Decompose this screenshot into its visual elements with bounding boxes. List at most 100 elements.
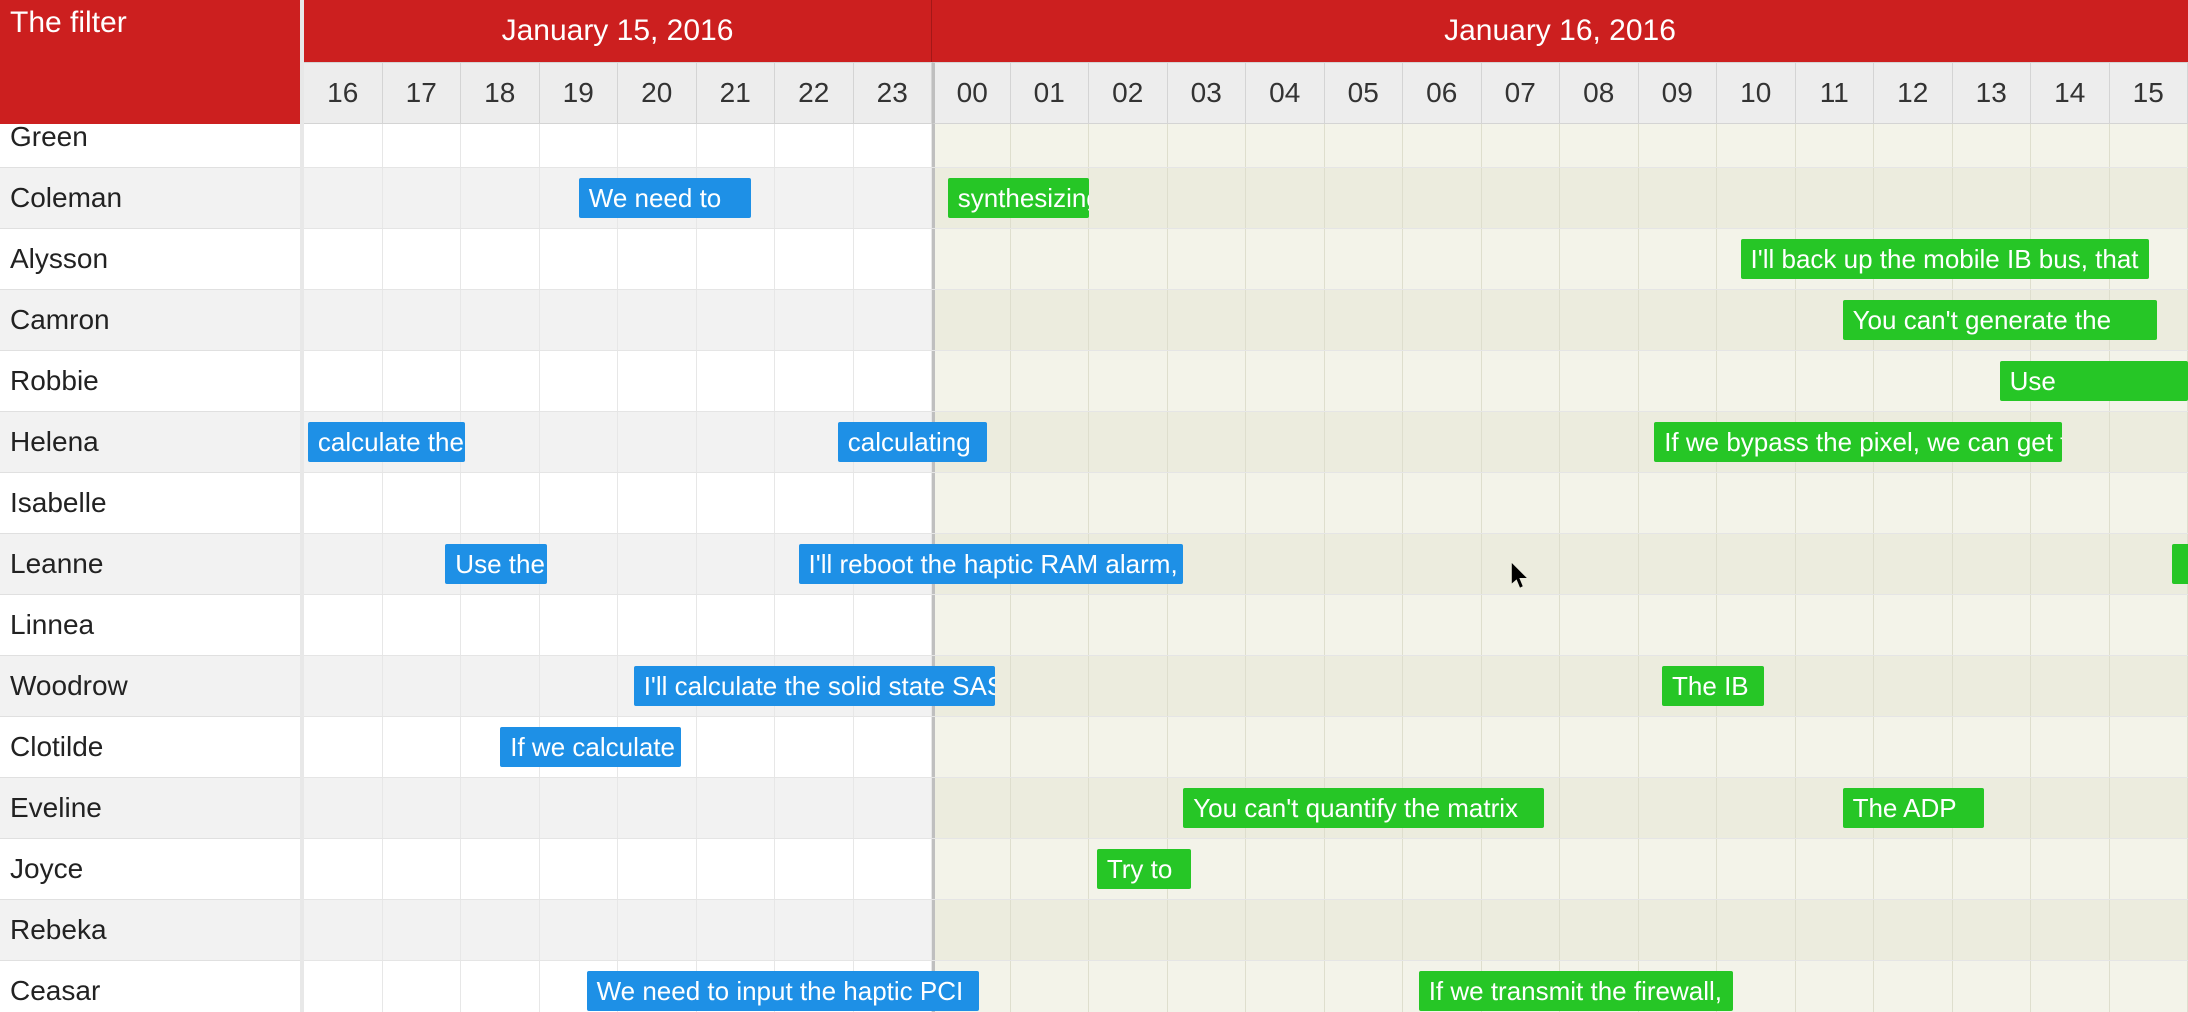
timeline-cell[interactable] <box>1403 900 1482 960</box>
timeline-cell[interactable] <box>1011 778 1090 838</box>
timeline-cell[interactable] <box>2110 900 2188 960</box>
timeline-cell[interactable] <box>1089 595 1168 655</box>
timeline-cell[interactable] <box>383 168 462 228</box>
timeline-cell[interactable] <box>1874 717 1953 777</box>
timeline-cell[interactable] <box>932 290 1011 350</box>
timeline-cell[interactable] <box>461 124 540 167</box>
timeline-cell[interactable] <box>1796 900 1875 960</box>
timeline-cell[interactable] <box>1403 656 1482 716</box>
timeline-cell[interactable] <box>1560 717 1639 777</box>
timeline-cell[interactable] <box>1168 168 1247 228</box>
timeline-cell[interactable] <box>1011 473 1090 533</box>
timeline-cell[interactable] <box>1168 961 1247 1012</box>
timeline-cell[interactable] <box>854 290 933 350</box>
timeline-cell[interactable] <box>2031 473 2110 533</box>
timeline-cell[interactable] <box>461 900 540 960</box>
timeline-cell[interactable] <box>1796 595 1875 655</box>
timeline-cell[interactable] <box>1325 534 1404 594</box>
timeline-cell[interactable] <box>1482 412 1561 472</box>
timeline-cell[interactable] <box>1874 473 1953 533</box>
timeline-cell[interactable] <box>1953 534 2032 594</box>
timeline-cell[interactable] <box>1717 124 1796 167</box>
timeline-cell[interactable] <box>1874 900 1953 960</box>
timeline-cell[interactable] <box>775 473 854 533</box>
timeline-cell[interactable] <box>540 412 619 472</box>
timeline-cell[interactable] <box>1246 351 1325 411</box>
resource-row[interactable]: Joyce <box>0 839 300 900</box>
timeline-cell[interactable] <box>540 351 619 411</box>
timeline-cell[interactable] <box>1168 290 1247 350</box>
timeline-cell[interactable] <box>1168 900 1247 960</box>
timeline-cell[interactable] <box>1089 412 1168 472</box>
timeline-cell[interactable] <box>697 534 776 594</box>
resource-row[interactable]: Coleman <box>0 168 300 229</box>
timeline-cell[interactable] <box>2031 839 2110 899</box>
timeline-cell[interactable] <box>1089 124 1168 167</box>
timeline-cell[interactable] <box>1325 351 1404 411</box>
timeline-cell[interactable] <box>383 351 462 411</box>
timeline-cell[interactable] <box>1482 351 1561 411</box>
resource-row[interactable]: Rebeka <box>0 900 300 961</box>
timeline-cell[interactable] <box>1560 351 1639 411</box>
timeline-cell[interactable] <box>1639 168 1718 228</box>
timeline-cell[interactable] <box>854 900 933 960</box>
timeline-cell[interactable] <box>1717 839 1796 899</box>
timeline-cell[interactable] <box>932 778 1011 838</box>
timeline-cell[interactable] <box>2110 717 2188 777</box>
timeline-cell[interactable] <box>1953 656 2032 716</box>
timeline-cell[interactable] <box>383 595 462 655</box>
timeline-cell[interactable] <box>1482 656 1561 716</box>
timeline-cell[interactable] <box>1168 473 1247 533</box>
timeline-cell[interactable] <box>383 124 462 167</box>
timeline-cell[interactable] <box>1639 124 1718 167</box>
timeline-cell[interactable] <box>1482 124 1561 167</box>
timeline-cell[interactable] <box>1403 290 1482 350</box>
timeline-cell[interactable] <box>1639 717 1718 777</box>
timeline-cell[interactable] <box>1011 290 1090 350</box>
timeline-cell[interactable] <box>540 124 619 167</box>
scheduler-event[interactable]: I'll back up the mobile IB bus, that <box>1741 239 2149 279</box>
timeline-cell[interactable] <box>1089 717 1168 777</box>
timeline-cell[interactable] <box>854 168 933 228</box>
timeline-cell[interactable] <box>1168 656 1247 716</box>
resource-row[interactable]: Leanne <box>0 534 300 595</box>
timeline-cell[interactable] <box>1246 839 1325 899</box>
timeline-cell[interactable] <box>775 900 854 960</box>
timeline-cell[interactable] <box>1403 412 1482 472</box>
scheduler-event[interactable]: Try to <box>1097 849 1191 889</box>
timeline-cell[interactable] <box>1325 961 1404 1012</box>
timeline-cell[interactable] <box>1717 534 1796 594</box>
scheduler-event[interactable]: If we calculate <box>500 727 681 767</box>
timeline-cell[interactable] <box>1011 839 1090 899</box>
timeline-cell[interactable] <box>1796 656 1875 716</box>
timeline-cell[interactable] <box>1011 412 1090 472</box>
timeline-cell[interactable] <box>1246 717 1325 777</box>
timeline-cell[interactable] <box>383 839 462 899</box>
resource-row[interactable]: Camron <box>0 290 300 351</box>
timeline-cell[interactable] <box>540 473 619 533</box>
resource-row[interactable]: Clotilde <box>0 717 300 778</box>
timeline-cell[interactable] <box>854 839 933 899</box>
timeline-cell[interactable] <box>775 717 854 777</box>
timeline-cell[interactable] <box>1639 351 1718 411</box>
timeline-cell[interactable] <box>1717 900 1796 960</box>
timeline-cell[interactable] <box>304 168 383 228</box>
timeline-cell[interactable] <box>304 290 383 350</box>
timeline-cell[interactable] <box>2031 717 2110 777</box>
timeline-cell[interactable] <box>697 229 776 289</box>
timeline-cell[interactable] <box>1953 900 2032 960</box>
timeline-cell[interactable] <box>1403 168 1482 228</box>
timeline-cell[interactable] <box>2031 656 2110 716</box>
timeline-cell[interactable] <box>1325 412 1404 472</box>
timeline-cell[interactable] <box>461 656 540 716</box>
timeline-cell[interactable] <box>461 412 540 472</box>
timeline-cell[interactable] <box>1639 778 1718 838</box>
timeline-cell[interactable] <box>932 900 1011 960</box>
timeline-cell[interactable] <box>1874 595 1953 655</box>
timeline-cell[interactable] <box>540 900 619 960</box>
timeline-cell[interactable] <box>1246 595 1325 655</box>
timeline-cell[interactable] <box>2110 168 2188 228</box>
timeline-cell[interactable] <box>383 717 462 777</box>
timeline-cell[interactable] <box>854 473 933 533</box>
timeline-cell[interactable] <box>1560 900 1639 960</box>
